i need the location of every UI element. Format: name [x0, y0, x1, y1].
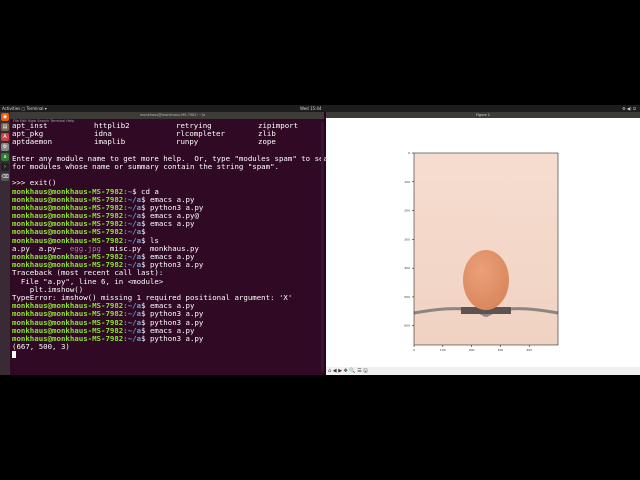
system-indicators[interactable]: ⚙ ◀) ⏻ — [622, 105, 636, 112]
module-name: zope — [258, 137, 276, 147]
y-tick-label: 600 — [404, 324, 410, 328]
settings-icon[interactable]: ⚙ — [1, 143, 9, 151]
y-tick-label: 100 — [404, 180, 410, 184]
terminal-text: for modules whose name or summary contai… — [12, 161, 279, 171]
module-name: aptdaemon — [12, 137, 53, 147]
x-tick-label: 100 — [440, 348, 446, 352]
launcher: ◉ ▤ A ⚙ a › ⌫ — [0, 112, 10, 375]
activities-menu[interactable]: Activities ▢ Terminal ▾ — [2, 105, 47, 112]
egg — [463, 250, 509, 310]
program-output: (667, 500, 3) — [12, 342, 70, 352]
amazon-icon[interactable]: a — [1, 153, 9, 161]
x-tick-label: 200 — [469, 348, 475, 352]
terminal-window[interactable]: monkhaus@monkhaus-MS-7982: ~/a File Edit… — [10, 112, 341, 375]
terminal-cursor — [12, 351, 16, 359]
y-tick-label: 200 — [404, 209, 410, 213]
top-panel: Activities ▢ Terminal ▾ Wed 15:44 ⚙ ◀) ⏻ — [0, 105, 640, 112]
trash-icon[interactable]: ⌫ — [1, 173, 9, 181]
module-name: imaplib — [94, 137, 126, 147]
y-tick-label: 400 — [404, 266, 410, 270]
terminal-line: for modules whose name or summary contai… — [12, 161, 318, 171]
prompt-path: :~/a — [123, 333, 142, 343]
y-tick-label: 300 — [404, 237, 410, 241]
firefox-icon[interactable]: ◉ — [1, 113, 9, 121]
command-text: $ python3 a.py — [141, 333, 204, 343]
image-background — [414, 153, 558, 345]
toolbar-icons[interactable]: ⌂ ◀ ▶ ✥ 🔍 ☰ 🖫 — [328, 367, 368, 375]
terminal-output[interactable]: apt_inst httplib2 retrying zipimport apt_pkg… — [12, 121, 341, 372]
terminal-line — [12, 351, 318, 359]
x-tick-label: 400 — [526, 348, 532, 352]
terminal-icon[interactable]: › — [1, 163, 9, 171]
figure-window[interactable]: Figure 1 0 100 200 300 400 500 600 0 100 200 300 40… — [326, 112, 640, 375]
terminal-title: monkhaus@monkhaus-MS-7982: ~/a — [10, 112, 324, 119]
y-tick-label: 0 — [408, 151, 410, 155]
image-plot[interactable]: 0 100 200 300 400 500 600 0 100 200 300 400 — [326, 118, 640, 367]
figure-toolbar[interactable]: ⌂ ◀ ▶ ✥ 🔍 ☰ 🖫 — [326, 367, 640, 375]
desktop-screen: Activities ▢ Terminal ▾ Wed 15:44 ⚙ ◀) ⏻… — [0, 105, 640, 375]
command-text: $ emacs a.py — [141, 219, 195, 229]
clock[interactable]: Wed 15:44 — [300, 105, 322, 112]
x-tick-label: 0 — [413, 348, 415, 352]
software-icon[interactable]: A — [1, 133, 9, 141]
terminal-line: (667, 500, 3) — [12, 342, 318, 352]
y-tick-label: 500 — [404, 295, 410, 299]
terminal-line: aptdaemon imaplib runpy zope — [12, 138, 318, 146]
terminal-scrollbar[interactable] — [321, 122, 324, 372]
files-icon[interactable]: ▤ — [1, 123, 9, 131]
x-tick-label: 300 — [498, 348, 504, 352]
module-name: runpy — [176, 137, 199, 147]
